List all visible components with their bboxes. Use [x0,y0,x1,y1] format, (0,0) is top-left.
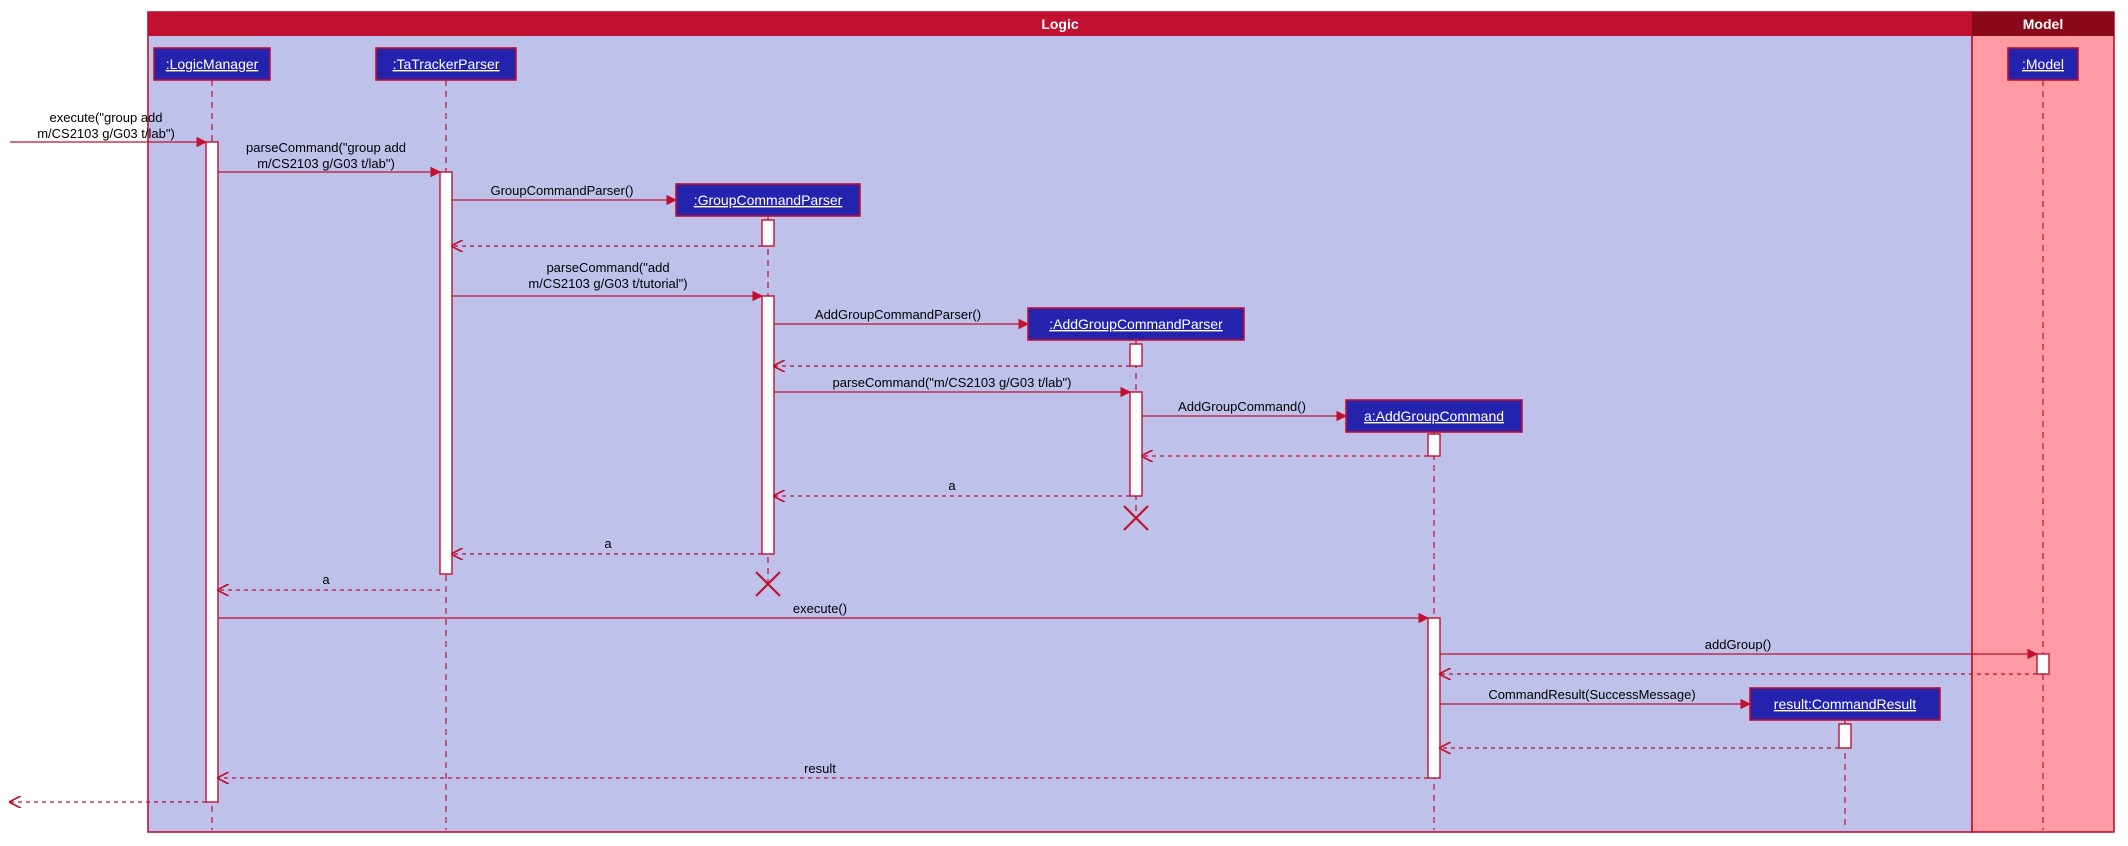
svg-text::LogicManager: :LogicManager [166,56,259,72]
logic-frame-label: Logic [1041,16,1079,32]
msg-parsecmd3: parseCommand("m/CS2103 g/G03 t/lab") [832,375,1071,390]
activation-command-result [1839,724,1851,748]
logic-frame [148,12,1972,832]
activation-add-group-cmd-exec [1428,618,1440,778]
svg-text::TaTrackerParser: :TaTrackerParser [393,56,500,72]
msg-return-a-3: a [322,572,330,587]
msg-parsecmd1-line2: m/CS2103 g/G03 t/lab") [257,156,395,171]
msg-return-a-1: a [948,478,956,493]
activation-model-addgroup [2037,654,2049,674]
msg-return-a-2: a [604,536,612,551]
msg-add-parser-ctor: AddGroupCommandParser() [815,307,981,322]
activation-group-parser [762,296,774,554]
svg-text::GroupCommandParser: :GroupCommandParser [694,192,843,208]
activation-add-group-parser [1130,392,1142,496]
msg-return-result: result [804,761,836,776]
model-frame-label: Model [2023,16,2063,32]
msg-parsecmd2-line2: m/CS2103 g/G03 t/tutorial") [528,276,687,291]
msg-parsecmd2-line1: parseCommand("add [546,260,669,275]
msg-add-cmd-ctor: AddGroupCommand() [1178,399,1306,414]
msg-add-group: addGroup() [1705,637,1771,652]
msg-cmdresult-ctor: CommandResult(SuccessMessage) [1488,687,1695,702]
msg-group-parser-ctor: GroupCommandParser() [490,183,633,198]
msg-execute-line2: m/CS2103 g/G03 t/lab") [37,126,175,141]
msg-execute-cmd: execute() [793,601,847,616]
svg-text::Model: :Model [2022,56,2064,72]
activation-group-parser-ctor [762,220,774,246]
msg-execute-line1: execute("group add [49,110,162,125]
svg-text::AddGroupCommandParser: :AddGroupCommandParser [1049,316,1223,332]
activation-logic-manager [206,142,218,802]
activation-add-group-parser-ctor [1130,344,1142,366]
msg-parsecmd1-line1: parseCommand("group add [246,140,406,155]
svg-text:a:AddGroupCommand: a:AddGroupCommand [1364,408,1504,424]
sequence-diagram: Logic Model :LogicManager :TaTrackerPars… [0,0,2128,846]
activation-tatracker-parser [440,172,452,574]
svg-text:result:CommandResult: result:CommandResult [1774,696,1916,712]
activation-add-group-cmd-ctor [1428,434,1440,456]
